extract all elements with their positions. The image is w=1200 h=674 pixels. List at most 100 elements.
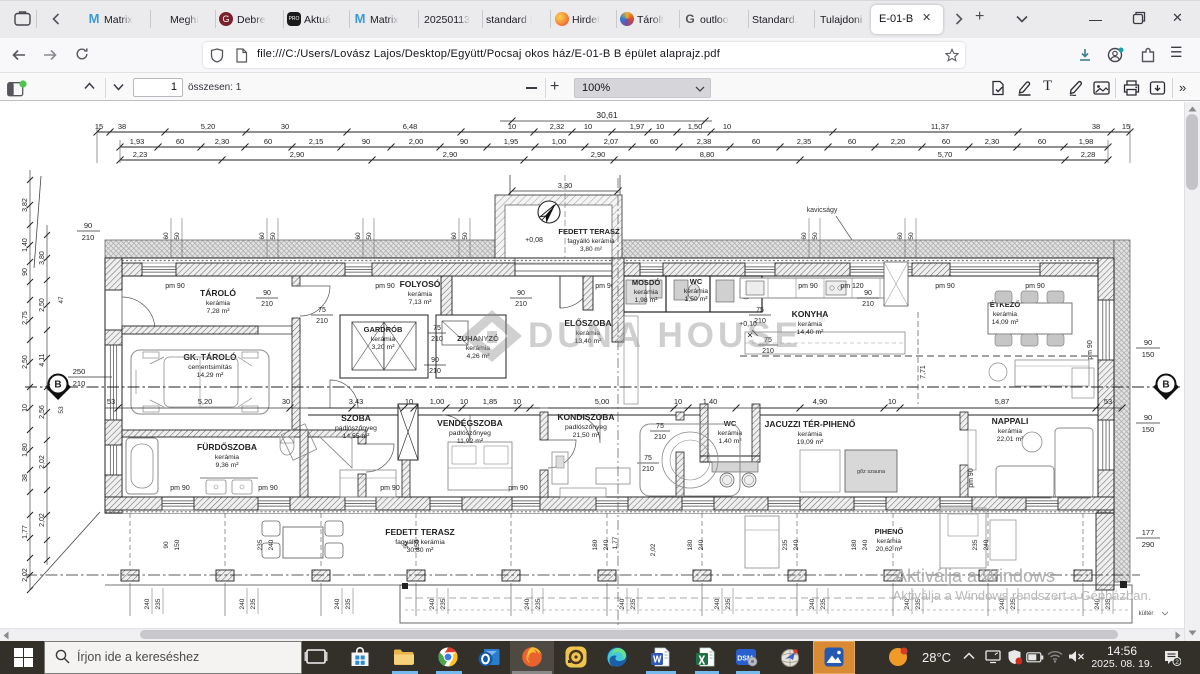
svg-text:7,13 m²: 7,13 m²	[408, 299, 432, 306]
svg-text:2,23: 2,23	[133, 150, 148, 159]
svg-text:2,30: 2,30	[215, 137, 230, 146]
svg-text:90: 90	[84, 221, 92, 230]
svg-text:50: 50	[366, 232, 373, 240]
svg-text:2,75: 2,75	[22, 311, 29, 325]
svg-text:pm 90: pm 90	[1087, 340, 1094, 360]
svg-text:240: 240	[983, 539, 990, 550]
svg-text:235: 235	[345, 598, 352, 609]
svg-text:210: 210	[431, 336, 443, 343]
svg-text:210: 210	[862, 301, 874, 308]
svg-text:60: 60	[942, 137, 950, 146]
svg-text:DUNA HOUSE: DUNA HOUSE	[528, 316, 802, 355]
svg-text:kerámia: kerámia	[798, 431, 822, 438]
svg-text:JACUZZI TÉR-PIHENŐ: JACUZZI TÉR-PIHENŐ	[765, 418, 856, 429]
svg-text:50: 50	[462, 232, 469, 240]
svg-text:235: 235	[972, 539, 979, 550]
svg-text:90: 90	[431, 357, 439, 364]
svg-text:2,15: 2,15	[309, 137, 324, 146]
svg-text:210: 210	[429, 368, 441, 375]
svg-text:pm 120: pm 120	[840, 283, 863, 290]
svg-text:150: 150	[1142, 425, 1155, 434]
svg-text:kerámia: kerámia	[993, 311, 1017, 318]
svg-text:SZOBA: SZOBA	[341, 413, 371, 423]
svg-text:2: 2	[1175, 659, 1179, 666]
svg-text:50: 50	[174, 232, 181, 240]
svg-text:14,55 m²: 14,55 m²	[343, 433, 371, 440]
svg-text:kerámia: kerámia	[206, 300, 230, 307]
svg-text:2,50: 2,50	[22, 355, 29, 369]
svg-text:1,98: 1,98	[1079, 137, 1094, 146]
svg-text:3,80: 3,80	[39, 251, 46, 265]
svg-text:FEDETT TERASZ: FEDETT TERASZ	[558, 227, 620, 236]
svg-text:kerámia: kerámia	[215, 454, 239, 461]
svg-text:240: 240	[144, 598, 151, 609]
svg-text:1,50: 1,50	[688, 122, 703, 131]
svg-text:7,71: 7,71	[920, 365, 927, 379]
svg-text:5,87: 5,87	[995, 397, 1010, 406]
svg-text:2,28: 2,28	[1081, 150, 1096, 159]
svg-text:30: 30	[281, 122, 289, 131]
svg-text:pm 90: pm 90	[935, 283, 955, 290]
svg-text:20,62 m²: 20,62 m²	[876, 546, 904, 553]
svg-text:3,82: 3,82	[22, 198, 29, 212]
svg-text:14,09 m²: 14,09 m²	[992, 319, 1020, 326]
svg-text:PIHENŐ: PIHENŐ	[875, 527, 904, 536]
svg-text:KONDISZOBA: KONDISZOBA	[557, 412, 614, 422]
svg-text:pm 90: pm 90	[508, 485, 528, 492]
svg-text:padlószőnyeg: padlószőnyeg	[449, 430, 491, 437]
svg-text:2,02: 2,02	[39, 513, 46, 527]
svg-text:1,93: 1,93	[130, 137, 145, 146]
svg-text:235: 235	[250, 598, 257, 609]
svg-text:1,77: 1,77	[22, 525, 29, 539]
svg-text:1,80: 1,80	[22, 443, 29, 457]
svg-text:90: 90	[263, 290, 271, 297]
svg-text:60: 60	[176, 137, 184, 146]
svg-text:GARDRÓB: GARDRÓB	[364, 325, 403, 334]
svg-text:2,38: 2,38	[697, 137, 712, 146]
svg-text:90: 90	[864, 290, 872, 297]
svg-text:1,85: 1,85	[483, 397, 498, 406]
svg-text:60: 60	[801, 232, 808, 240]
svg-text:1,98 m²: 1,98 m²	[634, 297, 658, 304]
svg-text:Aktiválja a Windows rendszert: Aktiválja a Windows rendszert a Gépházba…	[893, 588, 1152, 603]
svg-text:90: 90	[517, 290, 525, 297]
svg-text:240: 240	[698, 539, 705, 550]
svg-text:10: 10	[674, 397, 682, 406]
svg-text:90: 90	[1144, 338, 1152, 347]
svg-text:90: 90	[163, 541, 170, 549]
svg-text:30,61: 30,61	[596, 110, 618, 120]
svg-text:pm 90: pm 90	[798, 283, 818, 290]
svg-text:22,01 m²: 22,01 m²	[997, 436, 1025, 443]
svg-text:240: 240	[334, 598, 341, 609]
svg-text:53: 53	[58, 406, 65, 414]
svg-text:235: 235	[535, 598, 542, 609]
svg-text:pm 90: pm 90	[380, 485, 400, 492]
svg-text:240: 240	[429, 598, 436, 609]
svg-text:GK. TÁROLÓ: GK. TÁROLÓ	[183, 351, 237, 362]
svg-text:kültér: kültér	[1139, 611, 1154, 617]
svg-text:240: 240	[619, 598, 626, 609]
svg-text:50: 50	[908, 232, 915, 240]
svg-text:240: 240	[603, 539, 610, 550]
svg-text:75: 75	[318, 307, 326, 314]
svg-text:MOSDÓ: MOSDÓ	[632, 278, 661, 287]
svg-text:10: 10	[656, 122, 664, 131]
svg-text:2,90: 2,90	[443, 150, 458, 159]
svg-text:21,50 m²: 21,50 m²	[573, 432, 601, 439]
svg-text:210: 210	[73, 379, 86, 388]
svg-text:pm 90: pm 90	[1025, 283, 1045, 290]
svg-text:240: 240	[862, 539, 869, 550]
svg-text:38: 38	[118, 122, 126, 131]
svg-text:75: 75	[433, 325, 441, 332]
svg-text:60: 60	[752, 137, 760, 146]
svg-text:4,11: 4,11	[39, 353, 46, 366]
svg-text:2,32: 2,32	[550, 122, 565, 131]
svg-text:60: 60	[163, 232, 170, 240]
svg-text:60: 60	[650, 137, 658, 146]
svg-text:5,70: 5,70	[938, 150, 953, 159]
svg-text:90: 90	[22, 268, 29, 276]
svg-text:180: 180	[851, 539, 858, 550]
svg-text:210: 210	[642, 466, 654, 473]
svg-text:6,48: 6,48	[403, 122, 418, 131]
svg-text:60: 60	[259, 232, 266, 240]
